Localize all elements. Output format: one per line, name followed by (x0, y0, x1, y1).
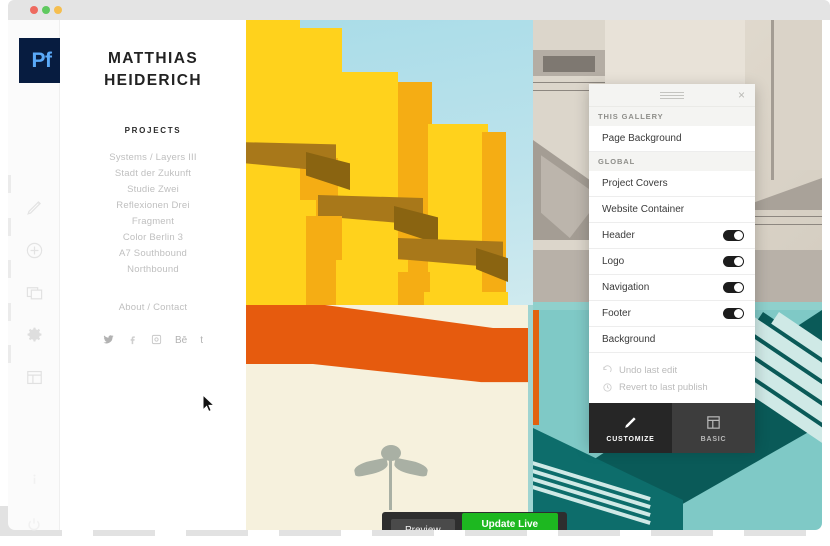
portfolio-logo-text: Pf (31, 48, 53, 72)
project-list: Systems / Layers III Stadt der Zukunft S… (60, 150, 246, 278)
site-title-line2: HEIDERICH (104, 72, 202, 90)
action-label: Undo last edit (619, 365, 678, 376)
project-link[interactable]: Stadt der Zukunft (60, 166, 246, 182)
panel-row-label: Header (602, 230, 635, 241)
social-links: Bē t (60, 334, 246, 348)
gallery-image-orange-band[interactable] (246, 305, 533, 530)
revert-to-last-publish-action[interactable]: Revert to last publish (589, 379, 755, 396)
minimize-dot[interactable] (42, 6, 50, 14)
window-titlebar (8, 0, 830, 20)
edit-pencil-icon (26, 200, 41, 215)
site-title-line1: MATTHIAS (107, 50, 199, 67)
close-icon[interactable]: × (735, 89, 748, 102)
panel-row-label: Logo (602, 256, 625, 267)
power-icon (28, 518, 40, 531)
panel-header: × (589, 84, 755, 107)
project-link[interactable]: Northbound (60, 262, 246, 278)
tab-basic-label: BASIC (700, 435, 727, 443)
add-circle-button[interactable] (8, 229, 60, 271)
pencil-icon (625, 416, 636, 428)
gallery-image-yellow-cubes[interactable] (246, 20, 533, 305)
panel-actions: Undo last edit Revert to last publish (589, 353, 755, 403)
undo-last-edit-action[interactable]: Undo last edit (589, 362, 755, 379)
tab-customize-label: CUSTOMIZE (606, 435, 655, 443)
panel-row-project-covers[interactable]: Project Covers (589, 171, 755, 197)
layout-icon (707, 415, 720, 429)
twitter-icon[interactable] (103, 334, 114, 348)
app-window: Pf MATTHIAS HEIDERICH PROJECTS Systems /… (0, 0, 830, 536)
tumblr-icon[interactable]: t (200, 335, 203, 346)
section-heading-this-gallery: THIS GALLERY (589, 107, 755, 126)
settings-gear-button[interactable] (8, 314, 60, 356)
site-sidebar: MATTHIAS HEIDERICH PROJECTS Systems / La… (60, 20, 246, 530)
panel-drag-handle[interactable] (660, 92, 684, 99)
layout-button[interactable] (8, 356, 60, 398)
section-heading-global: GLOBAL (589, 152, 755, 171)
project-link[interactable]: Studie Zwei (60, 182, 246, 198)
facebook-icon[interactable] (127, 334, 138, 348)
layers-icon (26, 286, 42, 299)
layout-icon (26, 370, 42, 384)
revert-icon (603, 383, 612, 392)
edit-pencil-button[interactable] (8, 186, 60, 228)
project-link[interactable]: Fragment (60, 214, 246, 230)
navigation-toggle[interactable] (723, 282, 744, 293)
panel-tabs: CUSTOMIZE BASIC (589, 403, 755, 453)
project-link[interactable]: Systems / Layers III (60, 150, 246, 166)
maximize-dot[interactable] (54, 6, 62, 14)
behance-icon[interactable]: Bē (175, 335, 187, 346)
action-label: Revert to last publish (619, 382, 708, 393)
panel-row-label: Website Container (602, 204, 685, 215)
panel-row-header[interactable]: Header (589, 223, 755, 249)
logo-toggle[interactable] (723, 256, 744, 267)
editor-left-rail: Pf (8, 20, 64, 531)
panel-row-label: Footer (602, 308, 631, 319)
close-dot[interactable] (30, 6, 38, 14)
panel-row-label: Navigation (602, 282, 650, 293)
panel-row-logo[interactable]: Logo (589, 249, 755, 275)
panel-row-footer[interactable]: Footer (589, 301, 755, 327)
site-title: MATTHIAS HEIDERICH (60, 48, 246, 93)
publish-action-bar: Preview Update Live Site (382, 512, 567, 530)
project-link[interactable]: Color Berlin 3 (60, 230, 246, 246)
undo-icon (603, 365, 612, 373)
preview-button[interactable]: Preview (391, 518, 455, 530)
info-icon (32, 473, 36, 484)
panel-row-navigation[interactable]: Navigation (589, 275, 755, 301)
project-link[interactable]: Reflexionen Drei (60, 198, 246, 214)
footer-toggle[interactable] (723, 308, 744, 319)
panel-row-label: Background (602, 334, 656, 345)
panel-row-label: Page Background (602, 133, 682, 144)
instagram-icon[interactable] (151, 334, 162, 348)
window-controls[interactable] (30, 6, 62, 14)
header-toggle[interactable] (723, 230, 744, 241)
add-circle-icon (26, 242, 42, 258)
power-button[interactable] (8, 504, 60, 546)
layers-button[interactable] (8, 271, 60, 313)
tab-customize[interactable]: CUSTOMIZE (589, 403, 672, 453)
panel-row-website-container[interactable]: Website Container (589, 197, 755, 223)
project-link[interactable]: A7 Southbound (60, 246, 246, 262)
mouse-cursor (202, 393, 216, 418)
customize-panel: × THIS GALLERY Page Background GLOBAL Pr… (589, 84, 755, 453)
panel-row-label: Project Covers (602, 178, 668, 189)
panel-row-background[interactable]: Background (589, 327, 755, 353)
panel-row-page-background[interactable]: Page Background (589, 126, 755, 152)
update-live-site-button[interactable]: Update Live Site (461, 513, 558, 530)
gear-icon (27, 327, 41, 342)
projects-heading: PROJECTS (124, 125, 182, 135)
tab-basic[interactable]: BASIC (672, 403, 755, 453)
portfolio-logo[interactable]: Pf (19, 38, 64, 83)
info-button[interactable] (8, 458, 60, 500)
about-contact-link[interactable]: About / Contact (60, 302, 246, 313)
